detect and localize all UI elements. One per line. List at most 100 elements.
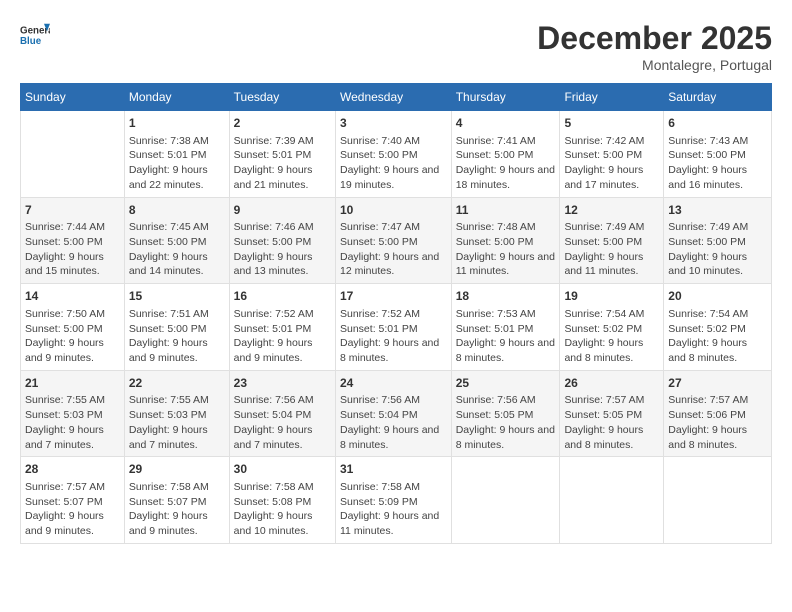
day-info: Sunrise: 7:56 AMSunset: 5:05 PMDaylight:…	[456, 393, 556, 452]
day-info: Sunrise: 7:52 AMSunset: 5:01 PMDaylight:…	[340, 307, 447, 366]
day-number: 8	[129, 202, 225, 219]
day-number: 19	[564, 288, 659, 305]
day-number: 3	[340, 115, 447, 132]
day-number: 18	[456, 288, 556, 305]
day-info: Sunrise: 7:41 AMSunset: 5:00 PMDaylight:…	[456, 134, 556, 193]
day-info: Sunrise: 7:42 AMSunset: 5:00 PMDaylight:…	[564, 134, 659, 193]
day-number: 26	[564, 375, 659, 392]
day-info: Sunrise: 7:55 AMSunset: 5:03 PMDaylight:…	[129, 393, 225, 452]
calendar-cell: 5 Sunrise: 7:42 AMSunset: 5:00 PMDaylight…	[560, 111, 664, 198]
day-number: 14	[25, 288, 120, 305]
header-saturday: Saturday	[664, 84, 772, 111]
day-info: Sunrise: 7:54 AMSunset: 5:02 PMDaylight:…	[564, 307, 659, 366]
svg-text:Blue: Blue	[20, 36, 42, 47]
day-info: Sunrise: 7:40 AMSunset: 5:00 PMDaylight:…	[340, 134, 447, 193]
page-header: General Blue December 2025 Montalegre, P…	[20, 20, 772, 73]
title-block: December 2025 Montalegre, Portugal	[537, 20, 772, 73]
day-number: 17	[340, 288, 447, 305]
calendar-header: Sunday Monday Tuesday Wednesday Thursday…	[21, 84, 772, 111]
calendar-cell: 14 Sunrise: 7:50 AMSunset: 5:00 PMDayligh…	[21, 284, 125, 371]
day-number: 2	[234, 115, 331, 132]
day-info: Sunrise: 7:47 AMSunset: 5:00 PMDaylight:…	[340, 220, 447, 279]
calendar-cell	[451, 457, 560, 544]
calendar-cell: 20 Sunrise: 7:54 AMSunset: 5:02 PMDayligh…	[664, 284, 772, 371]
calendar-cell: 13Sunrise: 7:49 AMSunset: 5:00 PMDayligh…	[664, 197, 772, 284]
calendar-cell: 8Sunrise: 7:45 AMSunset: 5:00 PMDaylight…	[124, 197, 229, 284]
day-number: 29	[129, 461, 225, 478]
day-number: 20	[668, 288, 767, 305]
day-info: Sunrise: 7:56 AMSunset: 5:04 PMDaylight:…	[340, 393, 447, 452]
header-friday: Friday	[560, 84, 664, 111]
calendar-cell: 6 Sunrise: 7:43 AMSunset: 5:00 PMDaylight…	[664, 111, 772, 198]
day-number: 10	[340, 202, 447, 219]
day-info: Sunrise: 7:48 AMSunset: 5:00 PMDaylight:…	[456, 220, 556, 279]
day-number: 5	[564, 115, 659, 132]
day-number: 25	[456, 375, 556, 392]
day-info: Sunrise: 7:51 AMSunset: 5:00 PMDaylight:…	[129, 307, 225, 366]
logo: General Blue	[20, 20, 50, 50]
calendar-cell: 12Sunrise: 7:49 AMSunset: 5:00 PMDayligh…	[560, 197, 664, 284]
day-number: 31	[340, 461, 447, 478]
day-info: Sunrise: 7:45 AMSunset: 5:00 PMDaylight:…	[129, 220, 225, 279]
calendar-week-row: 28 Sunrise: 7:57 AMSunset: 5:07 PMDayligh…	[21, 457, 772, 544]
calendar-cell: 23Sunrise: 7:56 AMSunset: 5:04 PMDayligh…	[229, 370, 335, 457]
day-number: 16	[234, 288, 331, 305]
day-number: 21	[25, 375, 120, 392]
day-info: Sunrise: 7:55 AMSunset: 5:03 PMDaylight:…	[25, 393, 120, 452]
calendar-week-row: 7Sunrise: 7:44 AMSunset: 5:00 PMDaylight…	[21, 197, 772, 284]
day-info: Sunrise: 7:49 AMSunset: 5:00 PMDaylight:…	[564, 220, 659, 279]
location-subtitle: Montalegre, Portugal	[537, 57, 772, 73]
calendar-cell	[21, 111, 125, 198]
calendar-cell: 30Sunrise: 7:58 AMSunset: 5:08 PMDayligh…	[229, 457, 335, 544]
day-number: 28	[25, 461, 120, 478]
day-info: Sunrise: 7:58 AMSunset: 5:08 PMDaylight:…	[234, 480, 331, 539]
day-info: Sunrise: 7:49 AMSunset: 5:00 PMDaylight:…	[668, 220, 767, 279]
day-info: Sunrise: 7:52 AMSunset: 5:01 PMDaylight:…	[234, 307, 331, 366]
day-number: 4	[456, 115, 556, 132]
header-monday: Monday	[124, 84, 229, 111]
day-info: Sunrise: 7:44 AMSunset: 5:00 PMDaylight:…	[25, 220, 120, 279]
day-info: Sunrise: 7:58 AMSunset: 5:09 PMDaylight:…	[340, 480, 447, 539]
day-number: 15	[129, 288, 225, 305]
calendar-week-row: 1Sunrise: 7:38 AMSunset: 5:01 PMDaylight…	[21, 111, 772, 198]
calendar-cell: 10Sunrise: 7:47 AMSunset: 5:00 PMDayligh…	[336, 197, 452, 284]
day-info: Sunrise: 7:39 AMSunset: 5:01 PMDaylight:…	[234, 134, 331, 193]
calendar-cell: 2 Sunrise: 7:39 AMSunset: 5:01 PMDaylight…	[229, 111, 335, 198]
day-info: Sunrise: 7:57 AMSunset: 5:07 PMDaylight:…	[25, 480, 120, 539]
day-number: 23	[234, 375, 331, 392]
calendar-cell	[664, 457, 772, 544]
calendar-cell: 24Sunrise: 7:56 AMSunset: 5:04 PMDayligh…	[336, 370, 452, 457]
calendar-cell: 1Sunrise: 7:38 AMSunset: 5:01 PMDaylight…	[124, 111, 229, 198]
calendar-cell: 28 Sunrise: 7:57 AMSunset: 5:07 PMDayligh…	[21, 457, 125, 544]
day-number: 6	[668, 115, 767, 132]
calendar-cell: 7Sunrise: 7:44 AMSunset: 5:00 PMDaylight…	[21, 197, 125, 284]
month-year-title: December 2025	[537, 20, 772, 57]
calendar-cell	[560, 457, 664, 544]
day-info: Sunrise: 7:43 AMSunset: 5:00 PMDaylight:…	[668, 134, 767, 193]
header-sunday: Sunday	[21, 84, 125, 111]
day-number: 11	[456, 202, 556, 219]
calendar-cell: 29Sunrise: 7:58 AMSunset: 5:07 PMDayligh…	[124, 457, 229, 544]
day-number: 7	[25, 202, 120, 219]
logo-icon: General Blue	[20, 20, 50, 50]
day-info: Sunrise: 7:57 AMSunset: 5:06 PMDaylight:…	[668, 393, 767, 452]
header-wednesday: Wednesday	[336, 84, 452, 111]
day-number: 27	[668, 375, 767, 392]
calendar-week-row: 14 Sunrise: 7:50 AMSunset: 5:00 PMDayligh…	[21, 284, 772, 371]
day-number: 22	[129, 375, 225, 392]
calendar-cell: 22Sunrise: 7:55 AMSunset: 5:03 PMDayligh…	[124, 370, 229, 457]
calendar-cell: 18Sunrise: 7:53 AMSunset: 5:01 PMDayligh…	[451, 284, 560, 371]
day-number: 1	[129, 115, 225, 132]
calendar-cell: 19 Sunrise: 7:54 AMSunset: 5:02 PMDayligh…	[560, 284, 664, 371]
calendar-table: Sunday Monday Tuesday Wednesday Thursday…	[20, 83, 772, 544]
day-number: 13	[668, 202, 767, 219]
calendar-cell: 4 Sunrise: 7:41 AMSunset: 5:00 PMDaylight…	[451, 111, 560, 198]
header-thursday: Thursday	[451, 84, 560, 111]
calendar-cell: 15 Sunrise: 7:51 AMSunset: 5:00 PMDayligh…	[124, 284, 229, 371]
day-info: Sunrise: 7:57 AMSunset: 5:05 PMDaylight:…	[564, 393, 659, 452]
calendar-cell: 17 Sunrise: 7:52 AMSunset: 5:01 PMDayligh…	[336, 284, 452, 371]
day-info: Sunrise: 7:50 AMSunset: 5:00 PMDaylight:…	[25, 307, 120, 366]
day-info: Sunrise: 7:54 AMSunset: 5:02 PMDaylight:…	[668, 307, 767, 366]
day-number: 24	[340, 375, 447, 392]
header-row: Sunday Monday Tuesday Wednesday Thursday…	[21, 84, 772, 111]
